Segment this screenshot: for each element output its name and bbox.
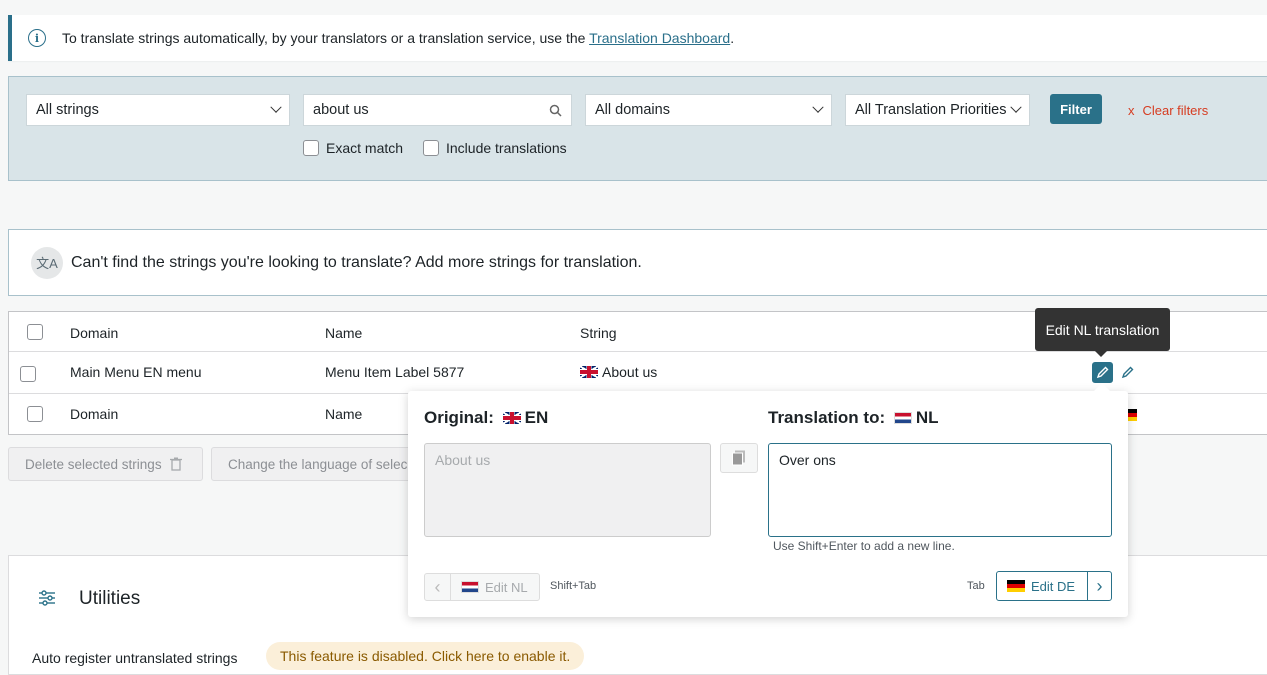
add-strings-banner: 文A Can't find the strings you're looking… [8, 229, 1267, 296]
row-string: About us [580, 364, 657, 380]
sliders-icon [39, 590, 55, 606]
pencil-icon [1096, 366, 1109, 379]
chevron-down-icon [270, 101, 282, 113]
trash-icon [169, 457, 182, 471]
select-all-footer-checkbox[interactable] [27, 406, 43, 422]
info-icon: i [28, 29, 46, 47]
row-domain: Main Menu EN menu [70, 364, 202, 380]
change-language-button[interactable]: Change the language of selec [211, 447, 421, 481]
footer-name[interactable]: Name [325, 406, 362, 422]
table-row: Main Menu EN menu Menu Item Label 5877 A… [9, 352, 1267, 394]
footer-domain[interactable]: Domain [70, 406, 118, 422]
original-heading: Original: EN [424, 408, 549, 427]
filter-button[interactable]: Filter [1050, 94, 1102, 124]
info-notice: i To translate strings automatically, by… [8, 15, 1267, 61]
filter-panel: All strings about us All domains All Tra… [8, 76, 1267, 181]
utilities-title: Utilities [79, 588, 141, 609]
copy-icon [732, 450, 745, 466]
translation-editor-popup: Original: EN About us Translation to: NL… [408, 383, 1128, 617]
clear-filters-link[interactable]: x Clear filters [1128, 103, 1208, 118]
translation-dashboard-link[interactable]: Translation Dashboard [589, 30, 730, 46]
exact-match-checkbox[interactable] [303, 140, 319, 156]
exact-match-label: Exact match [326, 140, 404, 156]
next-shortcut: Tab [967, 580, 985, 592]
row-name: Menu Item Label 5877 [325, 364, 465, 380]
newline-hint: Use Shift+Enter to add a new line. [773, 539, 955, 553]
close-icon: x [1128, 103, 1135, 118]
delete-strings-button[interactable]: Delete selected strings [8, 447, 203, 481]
edit-nl-tooltip: Edit NL translation [1035, 308, 1170, 357]
chevron-right-icon: › [1087, 572, 1111, 600]
select-all-checkbox[interactable] [27, 324, 43, 340]
priority-select[interactable]: All Translation Priorities [845, 94, 1030, 126]
row-checkbox[interactable] [20, 366, 36, 382]
nl-flag-icon [461, 581, 479, 593]
enable-feature-badge[interactable]: This feature is disabled. Click here to … [266, 642, 585, 670]
translation-text-area[interactable]: Over ons [768, 443, 1112, 537]
strings-select[interactable]: All strings [26, 94, 290, 126]
search-input[interactable]: about us [303, 94, 572, 126]
column-string[interactable]: String [580, 325, 617, 341]
translate-icon: 文A [31, 246, 63, 279]
column-domain[interactable]: Domain [70, 325, 118, 341]
prev-edit-nl-button[interactable]: ‹ Edit NL [424, 573, 540, 601]
prev-shortcut: Shift+Tab [550, 580, 597, 592]
add-strings-link[interactable]: Can't find the strings you're looking to… [71, 254, 642, 272]
next-edit-de-button[interactable]: Edit DE › [996, 571, 1112, 601]
copy-original-button[interactable] [720, 443, 758, 473]
uk-flag-icon [580, 366, 598, 378]
search-icon [549, 104, 562, 117]
notice-text: To translate strings automatically, by y… [62, 30, 735, 46]
de-flag-icon [1007, 580, 1025, 592]
nl-flag-icon [893, 412, 912, 424]
auto-register-label: Auto register untranslated strings [32, 650, 238, 666]
original-text-area: About us [424, 443, 711, 537]
column-name[interactable]: Name [325, 325, 362, 341]
chevron-down-icon [812, 101, 824, 113]
pencil-icon [1121, 366, 1134, 379]
uk-flag-icon [502, 412, 521, 424]
translation-heading: Translation to: NL [768, 408, 939, 427]
chevron-down-icon [1010, 101, 1022, 113]
include-translations-checkbox[interactable] [423, 140, 439, 156]
edit-nl-button[interactable] [1092, 362, 1113, 383]
domains-select[interactable]: All domains [585, 94, 832, 126]
chevron-left-icon: ‹ [425, 574, 451, 600]
include-translations-label: Include translations [446, 140, 567, 156]
edit-de-button[interactable] [1117, 362, 1138, 383]
